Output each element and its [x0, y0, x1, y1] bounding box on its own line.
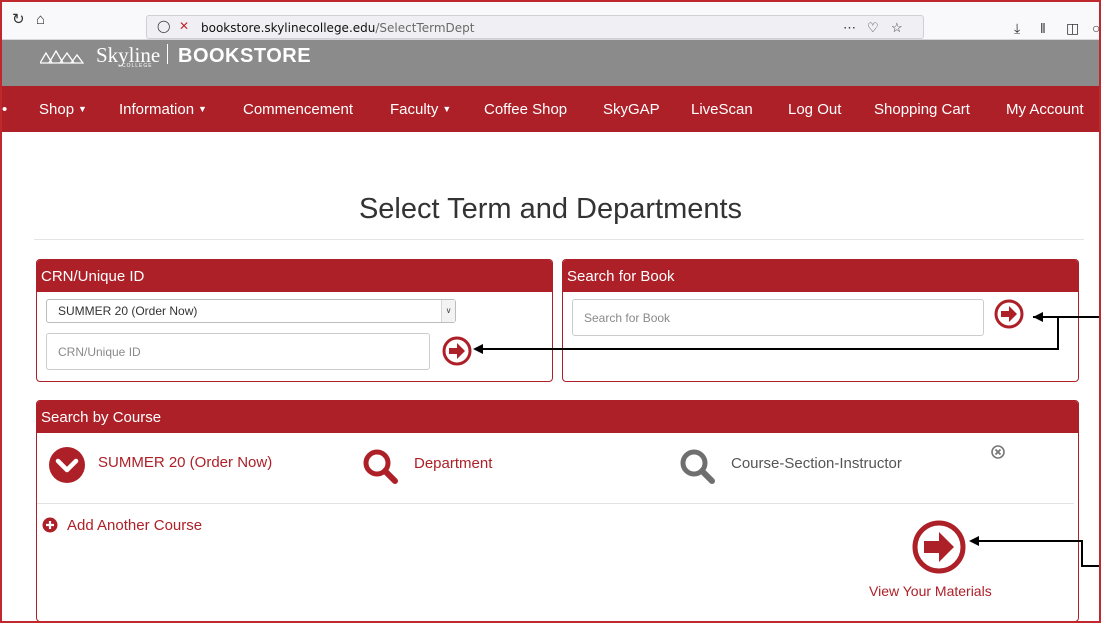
sidebar-icon[interactable]: ◫ [1066, 20, 1079, 37]
nav-item-label: SkyGAP [603, 101, 660, 118]
logo-college: COLLEGE [122, 63, 153, 69]
home-icon[interactable]: ⌂ [36, 12, 45, 27]
nav-overflow-caret[interactable]: • [2, 101, 7, 118]
nav-item-log-out[interactable]: Log Out [788, 101, 841, 118]
nav-item-shop[interactable]: Shop ▼ [39, 101, 87, 118]
nav-item-label: Log Out [788, 101, 842, 118]
account-icon[interactable]: ○ [1092, 20, 1100, 36]
view-your-materials-link[interactable]: View Your Materials [869, 583, 992, 599]
nav-item-coffee-shop[interactable]: Coffee Shop [484, 101, 567, 118]
nav-item-label: Commencement [243, 101, 354, 118]
bookmark-star-icon[interactable]: ☆ [891, 20, 903, 36]
term-select-value: SUMMER 20 (Order Now) [58, 304, 198, 318]
crn-panel: CRN/Unique ID SUMMER 20 (Order Now) ∨ [36, 259, 553, 382]
downloads-icon[interactable]: ⤓ [1014, 20, 1020, 37]
nav-item-label: Coffee Shop [484, 101, 568, 118]
book-search-input[interactable] [572, 299, 984, 336]
course-term-label[interactable]: SUMMER 20 (Order Now) [98, 454, 272, 471]
pocket-icon[interactable]: ♡ [867, 20, 879, 36]
course-section-instructor-label[interactable]: Course-Section-Instructor [731, 455, 902, 472]
add-another-course-link[interactable]: Add Another Course [67, 517, 202, 534]
nav-item-information[interactable]: Information ▼ [119, 101, 207, 118]
book-search-go-button[interactable] [994, 299, 1024, 329]
nav-item-faculty[interactable]: Faculty ▼ [390, 101, 451, 118]
crn-panel-heading: CRN/Unique ID [37, 260, 552, 292]
department-search-icon[interactable] [361, 447, 401, 487]
course-panel-heading: Search by Course [37, 401, 1078, 433]
site-banner: Skyline COLLEGE BOOKSTORE [0, 40, 1101, 86]
page-title: Select Term and Departments [358, 193, 743, 225]
nav-item-label: LiveScan [691, 101, 753, 118]
main-nav: • Shop ▼ Information ▼ Commencement Facult… [0, 86, 1101, 132]
nav-item-commencement[interactable]: Commencement [243, 101, 353, 118]
course-search-panel: Search by Course SUMMER 20 (Order Now) D… [36, 400, 1079, 622]
nav-item-shopping-cart[interactable]: Shopping Cart [874, 101, 970, 118]
book-search-panel: Search for Book [562, 259, 1079, 382]
address-bar[interactable]: ◯ ✕ bookstore.skylinecollege.edu/SelectT… [146, 15, 924, 39]
plus-circle-icon[interactable] [42, 517, 58, 533]
browser-toolbar: ↻ ⌂ ◯ ✕ bookstore.skylinecollege.edu/Sel… [0, 0, 1101, 40]
caret-down-icon: ▼ [442, 104, 452, 114]
book-panel-heading: Search for Book [563, 260, 1078, 292]
nav-item-my-account[interactable]: My Account [1006, 101, 1084, 118]
bookstore-title[interactable]: BOOKSTORE [178, 45, 311, 68]
page-actions-icon[interactable]: ⋯ [843, 20, 856, 36]
tracking-shield-icon[interactable]: ◯ [157, 19, 170, 33]
nav-item-label: Faculty [390, 101, 439, 118]
reload-icon[interactable]: ↻ [12, 12, 25, 27]
course-section-search-icon[interactable] [678, 447, 718, 487]
title-divider [34, 239, 1084, 240]
close-icon[interactable] [991, 445, 1005, 459]
course-row-divider [37, 503, 1074, 504]
chevron-down-icon[interactable]: ∨ [441, 300, 455, 322]
nav-item-label: My Account [1006, 101, 1084, 118]
nav-item-label: Information [119, 101, 195, 118]
department-label[interactable]: Department [414, 455, 492, 472]
term-dropdown-chevron-icon[interactable] [49, 447, 85, 483]
insecure-lock-icon[interactable]: ✕ [179, 19, 189, 33]
caret-down-icon: ▼ [198, 104, 207, 114]
view-materials-go-button[interactable] [912, 520, 966, 574]
skyline-logo-icon [40, 50, 84, 64]
url-host: bookstore.skylinecollege.edu [201, 21, 376, 35]
url-path: /SelectTermDept [375, 21, 475, 35]
logo-divider [167, 44, 168, 64]
crn-input[interactable] [46, 333, 430, 370]
nav-item-skygap[interactable]: SkyGAP [603, 101, 660, 118]
crn-go-button[interactable] [442, 336, 472, 366]
nav-item-label: Shop [39, 101, 75, 118]
library-icon[interactable]: ‖ [1040, 20, 1046, 36]
caret-down-icon: ▼ [78, 104, 87, 114]
nav-item-label: Shopping Cart [874, 101, 970, 118]
url-text: bookstore.skylinecollege.edu/SelectTermD… [201, 21, 474, 35]
term-select[interactable]: SUMMER 20 (Order Now) ∨ [46, 299, 456, 323]
nav-item-livescan[interactable]: LiveScan [691, 101, 753, 118]
